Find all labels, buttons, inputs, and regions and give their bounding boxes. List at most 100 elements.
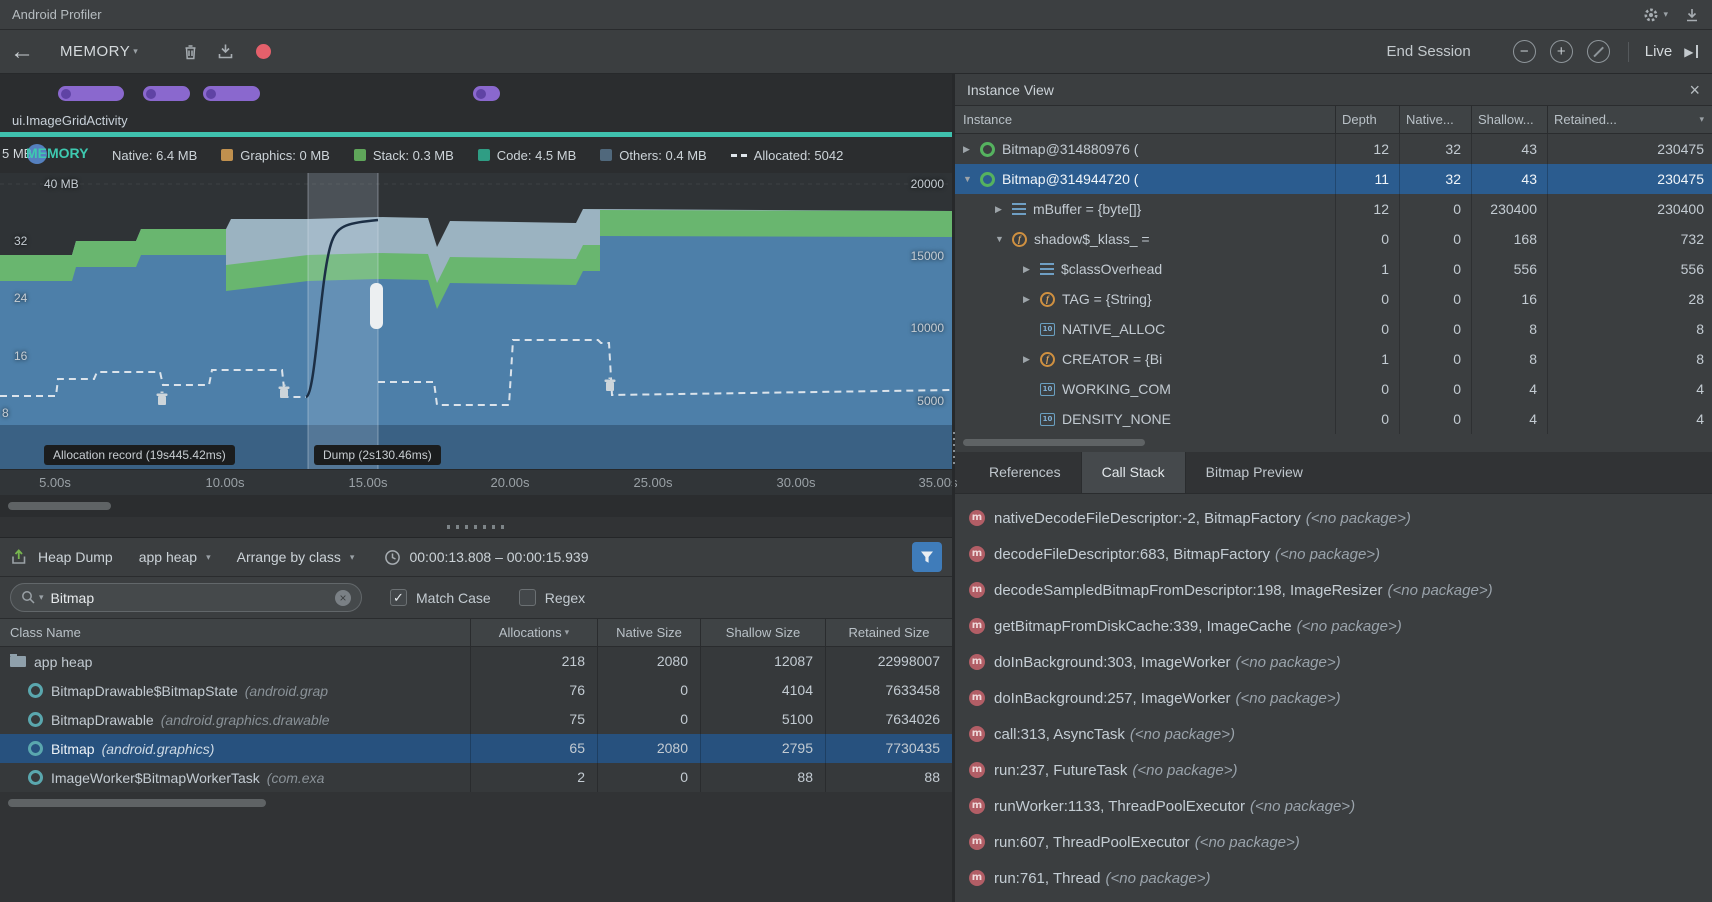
profiler-toolbar: ← MEMORY ▾ End Session − + Live ▶ bbox=[0, 30, 1712, 74]
field-row[interactable]: NATIVE_ALLOC 0 0 8 8 bbox=[955, 314, 1712, 344]
column-depth[interactable]: Depth bbox=[1335, 106, 1399, 133]
column-allocations[interactable]: Allocations ▾ bbox=[470, 619, 597, 646]
field-row[interactable]: DENSITY_NONE 0 0 4 4 bbox=[955, 404, 1712, 434]
title-bar: Android Profiler ▾ bbox=[0, 0, 1712, 30]
scrollbar-thumb[interactable] bbox=[963, 439, 1145, 446]
field-row[interactable]: ▶ TAG = {String} 0 0 16 28 bbox=[955, 284, 1712, 314]
call-stack-frame[interactable]: doInBackground:257, ImageWorker(<no pack… bbox=[955, 680, 1712, 716]
search-input[interactable]: ▾ Bitmap × bbox=[10, 583, 362, 612]
expand-collapsed-icon[interactable]: ▶ bbox=[1023, 264, 1040, 275]
call-stack-frame[interactable]: run:237, FutureTask(<no package>) bbox=[955, 752, 1712, 788]
activity-event-pill[interactable] bbox=[143, 86, 190, 101]
instance-scrollbar[interactable] bbox=[955, 434, 1712, 452]
column-native[interactable]: Native... bbox=[1399, 106, 1471, 133]
filter-button[interactable] bbox=[912, 542, 942, 572]
column-shallow[interactable]: Shallow... bbox=[1471, 106, 1547, 133]
install-button[interactable] bbox=[1684, 7, 1700, 23]
table-row-class[interactable]: ImageWorker$BitmapWorkerTask (com.exa 2 … bbox=[0, 763, 952, 792]
instance-row[interactable]: ▶ Bitmap@314880976 ( 12 32 43 230475 bbox=[955, 134, 1712, 164]
tab-bitmap-preview[interactable]: Bitmap Preview bbox=[1186, 451, 1323, 493]
field-row[interactable]: ▼ shadow$_klass_ = 0 0 168 732 bbox=[955, 224, 1712, 254]
call-stack-frame[interactable]: decodeFileDescriptor:683, BitmapFactory(… bbox=[955, 536, 1712, 572]
call-stack-frame[interactable]: runWorker:1133, ThreadPoolExecutor(<no p… bbox=[955, 788, 1712, 824]
table-row-class-selected[interactable]: Bitmap (android.graphics) 65 2080 2795 7… bbox=[0, 734, 952, 763]
expand-collapsed-icon[interactable]: ▶ bbox=[995, 204, 1012, 215]
primitive-icon bbox=[1040, 322, 1055, 336]
method-icon bbox=[969, 762, 985, 778]
expand-collapsed-icon[interactable]: ▶ bbox=[1023, 354, 1040, 365]
instance-view-title: Instance View bbox=[967, 81, 1054, 98]
panel-splitter[interactable] bbox=[952, 74, 955, 902]
column-instance[interactable]: Instance bbox=[955, 106, 1335, 133]
tab-call-stack[interactable]: Call Stack bbox=[1080, 451, 1186, 493]
call-stack-frame[interactable]: nativeDecodeFileDescriptor:-2, BitmapFac… bbox=[955, 500, 1712, 536]
instance-row-selected[interactable]: ▼ Bitmap@314944720 ( 11 32 43 230475 bbox=[955, 164, 1712, 194]
back-button[interactable]: ← bbox=[10, 39, 34, 64]
selection-handle[interactable] bbox=[370, 283, 383, 329]
match-case-checkbox[interactable]: ✓ Match Case bbox=[390, 589, 491, 606]
regex-checkbox[interactable]: Regex bbox=[518, 589, 585, 606]
gc-event-icon bbox=[278, 384, 290, 398]
trash-icon bbox=[185, 44, 196, 59]
field-row[interactable]: WORKING_COM 0 0 4 4 bbox=[955, 374, 1712, 404]
field-row[interactable]: ▶ $classOverhead 1 0 556 556 bbox=[955, 254, 1712, 284]
scrollbar-thumb[interactable] bbox=[8, 502, 111, 510]
heap-select-dropdown[interactable]: app heap ▾ bbox=[139, 549, 211, 565]
activity-event-pill[interactable] bbox=[203, 86, 260, 101]
column-retained-size[interactable]: Retained Size bbox=[825, 619, 952, 646]
horizontal-splitter[interactable] bbox=[0, 517, 952, 537]
arrange-dropdown[interactable]: Arrange by class ▾ bbox=[237, 549, 355, 565]
timeline-scrollbar[interactable] bbox=[0, 495, 952, 517]
go-live-button[interactable]: ▶ bbox=[1684, 45, 1698, 59]
clear-search-button[interactable]: × bbox=[335, 589, 351, 606]
class-table-scrollbar[interactable] bbox=[0, 792, 952, 814]
reset-zoom-button[interactable] bbox=[1586, 40, 1610, 63]
end-session-button[interactable]: End Session bbox=[1387, 43, 1471, 60]
expand-expanded-icon[interactable]: ▼ bbox=[995, 234, 1012, 244]
table-row-class[interactable]: BitmapDrawable$BitmapState (android.grap… bbox=[0, 676, 952, 705]
class-icon bbox=[28, 741, 43, 756]
y-axis-right-label: 20000 bbox=[910, 177, 944, 191]
chevron-down-icon: ▾ bbox=[39, 592, 44, 602]
call-stack-frame[interactable]: doInBackground:303, ImageWorker(<no pack… bbox=[955, 644, 1712, 680]
heap-dump-title: Heap Dump bbox=[38, 549, 113, 565]
time-range: 00:00:13.808 – 00:00:15.939 bbox=[409, 549, 589, 565]
table-row-class[interactable]: BitmapDrawable (android.graphics.drawabl… bbox=[0, 705, 952, 734]
call-stack-frame[interactable]: run:607, ThreadPoolExecutor(<no package>… bbox=[955, 824, 1712, 860]
zoom-out-button[interactable]: − bbox=[1512, 40, 1536, 63]
activity-event-pill[interactable] bbox=[58, 86, 124, 101]
export-heap-button[interactable] bbox=[10, 548, 28, 566]
expand-collapsed-icon[interactable]: ▶ bbox=[963, 144, 980, 155]
field-row[interactable]: ▶ mBuffer = {byte[]} 12 0 230400 230400 bbox=[955, 194, 1712, 224]
call-stack-frame[interactable]: run:761, Thread(<no package>) bbox=[955, 860, 1712, 896]
zoom-in-button[interactable]: + bbox=[1549, 40, 1573, 63]
memory-chart[interactable]: 40 MB 32 24 16 8 20000 15000 10000 5000 … bbox=[0, 173, 952, 469]
call-stack-frame[interactable]: call:313, AsyncTask(<no package>) bbox=[955, 716, 1712, 752]
expand-collapsed-icon[interactable]: ▶ bbox=[1023, 294, 1040, 305]
table-row-heap[interactable]: app heap 218 2080 12087 22998007 bbox=[0, 647, 952, 676]
profiler-type-dropdown[interactable]: MEMORY ▾ bbox=[60, 43, 138, 60]
close-icon[interactable]: × bbox=[1689, 81, 1700, 99]
heap-dump-marker[interactable]: Dump (2s130.46ms) bbox=[314, 445, 441, 465]
activity-event-pill[interactable] bbox=[473, 86, 500, 101]
scrollbar-thumb[interactable] bbox=[8, 799, 266, 807]
record-button[interactable] bbox=[255, 44, 271, 59]
class-table-header: Class Name Allocations ▾ Native Size Sha… bbox=[0, 619, 952, 647]
delete-button[interactable] bbox=[182, 43, 199, 61]
settings-button[interactable]: ▾ bbox=[1642, 6, 1668, 24]
call-stack-frame[interactable]: decodeSampledBitmapFromDescriptor:198, I… bbox=[955, 572, 1712, 608]
tab-references[interactable]: References bbox=[969, 451, 1081, 493]
column-class-name[interactable]: Class Name bbox=[0, 619, 470, 646]
call-stack-frame[interactable]: getBitmapFromDiskCache:339, ImageCache(<… bbox=[955, 608, 1712, 644]
allocation-record-marker[interactable]: Allocation record (19s445.42ms) bbox=[44, 445, 235, 465]
column-shallow-size[interactable]: Shallow Size bbox=[700, 619, 825, 646]
field-row[interactable]: ▶ CREATOR = {Bi 1 0 8 8 bbox=[955, 344, 1712, 374]
window-title: Android Profiler bbox=[12, 7, 102, 22]
method-icon bbox=[969, 546, 985, 562]
y-axis-right-label: 5000 bbox=[917, 394, 944, 408]
expand-expanded-icon[interactable]: ▼ bbox=[963, 174, 980, 184]
export-session-button[interactable] bbox=[217, 43, 234, 60]
column-retained[interactable]: Retained... ▾ bbox=[1547, 106, 1712, 133]
column-native-size[interactable]: Native Size bbox=[597, 619, 700, 646]
legend-item-native: Native: 6.4 MB bbox=[112, 147, 198, 163]
